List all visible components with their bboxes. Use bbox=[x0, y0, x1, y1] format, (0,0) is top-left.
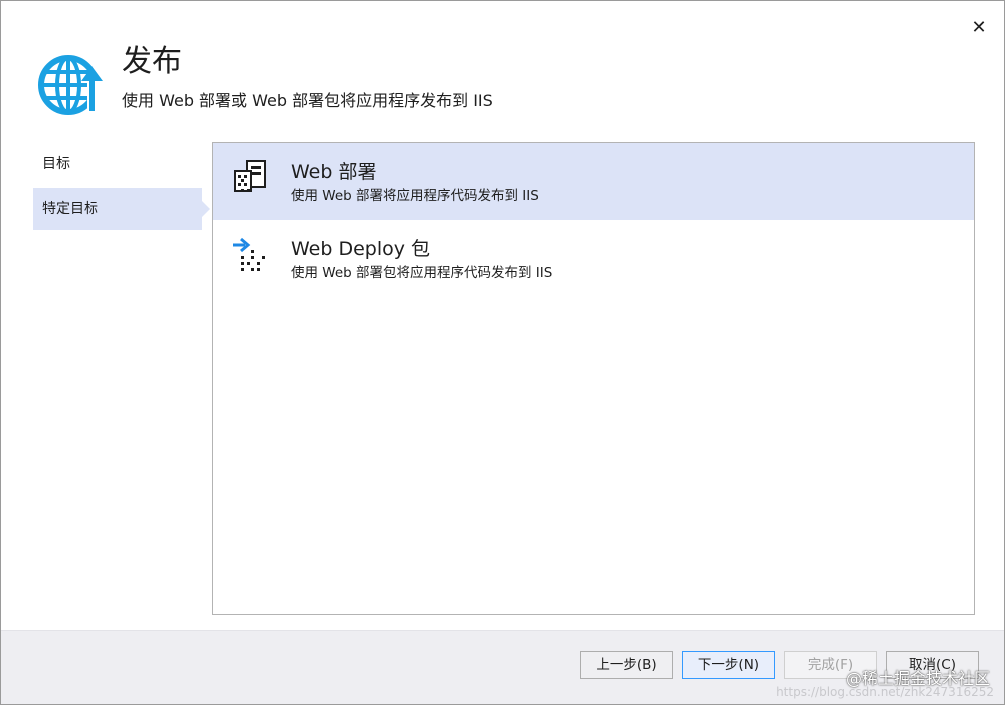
dialog-footer: 上一步(B) 下一步(N) 完成(F) 取消(C) @稀土掘金技术社区 http… bbox=[1, 630, 1004, 704]
wizard-nav: 目标 特定目标 bbox=[33, 143, 210, 230]
option-title: Web 部署 bbox=[291, 161, 377, 183]
option-description: 使用 Web 部署将应用程序代码发布到 IIS bbox=[291, 188, 539, 204]
back-button[interactable]: 上一步(B) bbox=[580, 651, 673, 679]
nav-item-label: 目标 bbox=[42, 156, 70, 172]
page-title: 发布 bbox=[122, 44, 182, 79]
nav-item-target[interactable]: 目标 bbox=[33, 143, 202, 185]
close-icon: ✕ bbox=[971, 16, 987, 38]
option-web-deploy[interactable]: Web 部署 使用 Web 部署将应用程序代码发布到 IIS bbox=[213, 143, 974, 220]
web-deploy-server-icon bbox=[234, 160, 266, 192]
next-button[interactable]: 下一步(N) bbox=[682, 651, 775, 679]
option-description: 使用 Web 部署包将应用程序代码发布到 IIS bbox=[291, 265, 553, 281]
nav-item-specific-target[interactable]: 特定目标 bbox=[33, 188, 210, 230]
page-subtitle: 使用 Web 部署或 Web 部署包将应用程序发布到 IIS bbox=[122, 91, 493, 110]
watermark-url: https://blog.csdn.net/zhk247316252 bbox=[776, 685, 994, 699]
option-web-deploy-package[interactable]: Web Deploy 包 使用 Web 部署包将应用程序代码发布到 IIS bbox=[213, 220, 974, 297]
selection-pointer bbox=[202, 201, 210, 217]
web-deploy-package-icon bbox=[233, 237, 265, 271]
option-title: Web Deploy 包 bbox=[291, 238, 431, 260]
publish-dialog: ✕ 发布 使用 Web 部署或 Web 部署包将应用程序发布到 IIS 目标 特… bbox=[0, 0, 1005, 705]
close-button[interactable]: ✕ bbox=[967, 15, 991, 39]
globe-publish-icon bbox=[38, 55, 109, 117]
nav-item-label: 特定目标 bbox=[42, 201, 98, 217]
publish-target-list: Web 部署 使用 Web 部署将应用程序代码发布到 IIS Web Deplo… bbox=[212, 142, 975, 615]
